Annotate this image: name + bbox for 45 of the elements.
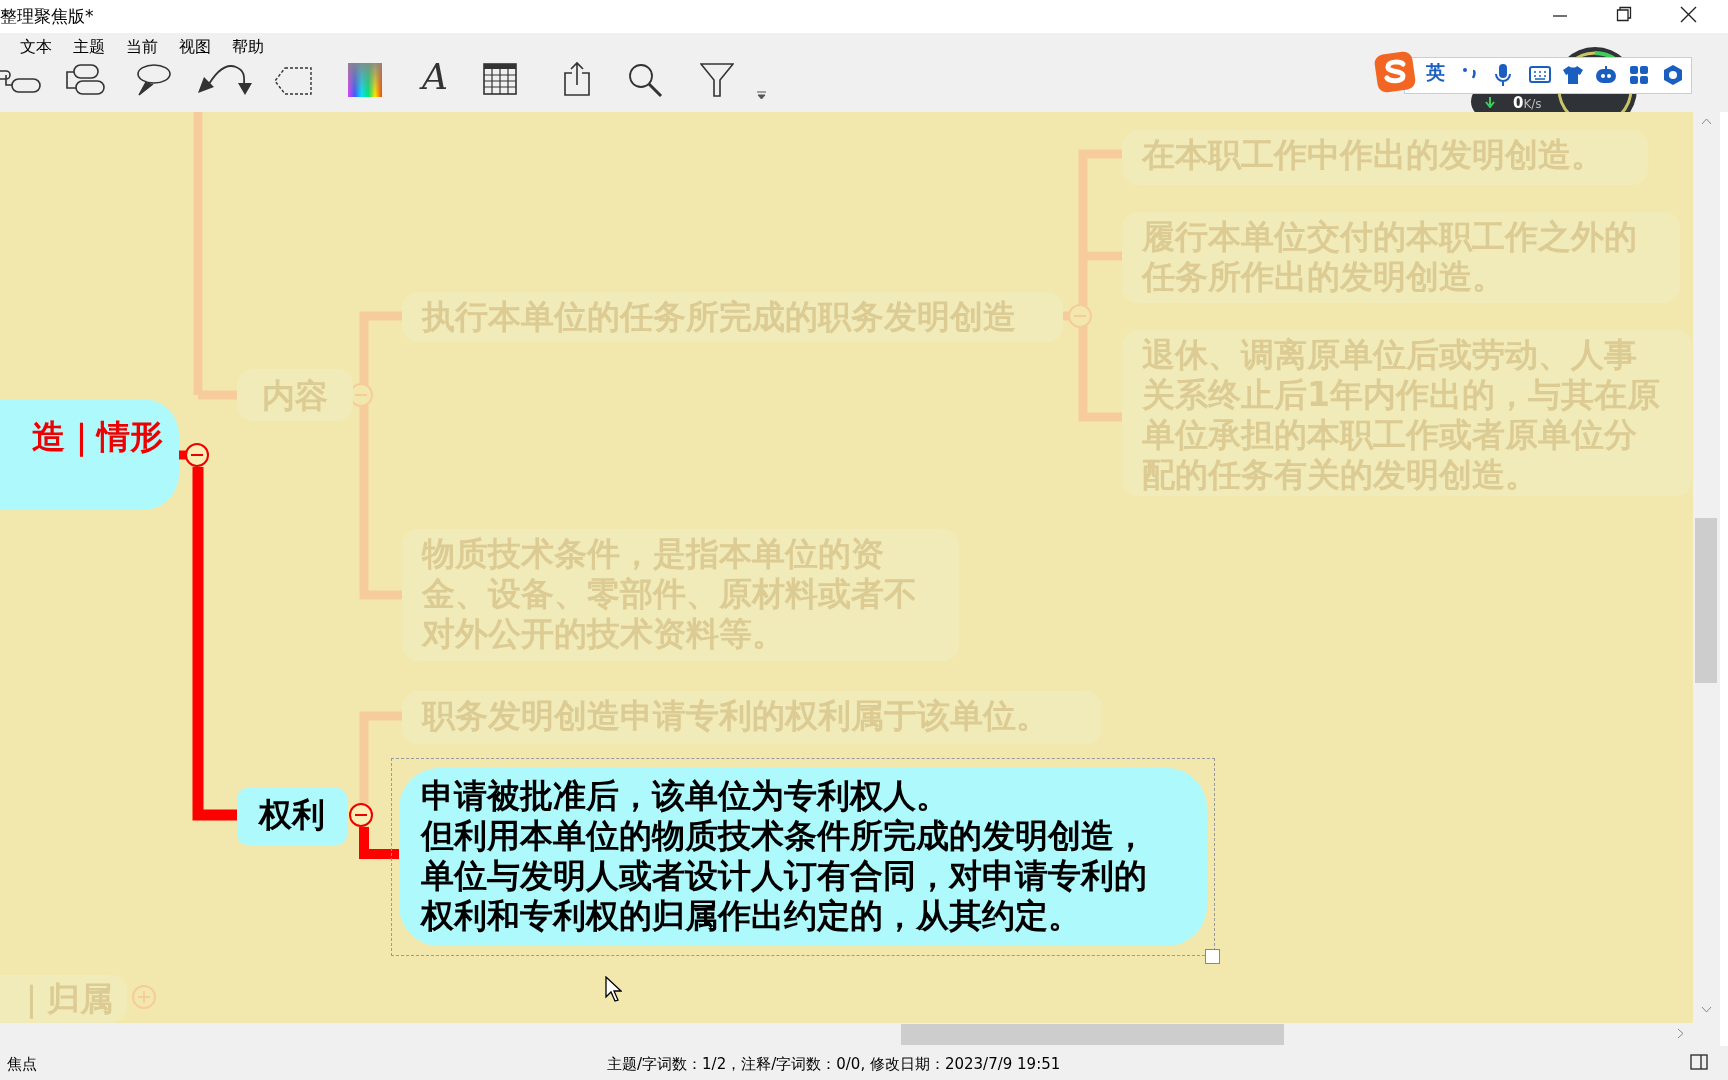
resize-handle[interactable]	[1205, 949, 1220, 964]
branch-line	[359, 827, 399, 859]
collapse-toggle-icon[interactable]	[185, 443, 209, 467]
overflow-caret-icon[interactable]	[757, 91, 766, 99]
ime-language-toggle[interactable]: 英	[1426, 63, 1445, 82]
collapse-toggle-icon[interactable]	[349, 803, 373, 827]
subtopic-shapes-icon[interactable]	[64, 63, 106, 97]
restore-icon[interactable]	[1616, 6, 1632, 22]
status-info: 主题/字词数：1/2，注释/字词数：0/0, 修改日期：2023/7/9 19:51	[607, 1054, 1061, 1075]
color-palette-icon[interactable]	[348, 63, 382, 97]
ime-logo-icon[interactable]	[1374, 51, 1416, 93]
settings-icon[interactable]	[1662, 64, 1684, 86]
keyboard-icon[interactable]	[1529, 66, 1551, 83]
subtopic-node[interactable]: 申请被批准后，该单位为专利权人。 但利用本单位的物质技术条件所完成的发明创造， 单位与发明人或者设计人订有合同，对申请专利的 权利和专利权的归属作出约定的，从其约定。	[399, 768, 1207, 946]
microphone-icon[interactable]	[1495, 63, 1511, 87]
speed-value: 0	[1513, 96, 1524, 111]
topic-node[interactable]: 权利	[237, 788, 347, 845]
menu-item[interactable]: 文本	[20, 35, 52, 59]
menu-item[interactable]: 当前	[126, 35, 158, 59]
search-icon[interactable]	[627, 62, 663, 98]
scrollbar-thumb[interactable]	[1695, 518, 1717, 683]
boundary-icon[interactable]	[273, 66, 313, 96]
speed-unit: K/s	[1523, 98, 1542, 110]
menu-item[interactable]: 帮助	[232, 35, 264, 59]
menu-item[interactable]: 视图	[179, 35, 211, 59]
mouse-cursor-icon	[605, 976, 622, 1002]
scrollbar-thumb[interactable]	[901, 1024, 1284, 1045]
expand-toggle-icon[interactable]	[132, 985, 156, 1009]
status-text: 焦点	[7, 1054, 37, 1075]
branch-line	[179, 450, 186, 460]
calendar-grid-icon[interactable]	[483, 61, 517, 95]
scroll-up-icon[interactable]	[1701, 118, 1712, 125]
shirt-icon[interactable]	[1562, 65, 1584, 85]
speech-bubble-icon[interactable]	[134, 63, 172, 97]
apps-grid-icon[interactable]	[1630, 66, 1648, 84]
scroll-down-icon[interactable]	[1701, 1006, 1712, 1013]
window-title: 整理聚焦版*	[0, 5, 94, 28]
close-icon[interactable]	[1680, 6, 1697, 23]
panel-toggle-icon[interactable]	[1690, 1054, 1708, 1070]
central-topic[interactable]: 造｜情形	[0, 399, 179, 510]
filter-icon[interactable]	[700, 63, 734, 97]
menu-item[interactable]: 主题	[73, 35, 105, 59]
download-arrow-icon	[1485, 97, 1495, 108]
scroll-right-icon[interactable]	[1677, 1028, 1684, 1039]
share-icon[interactable]	[563, 61, 591, 97]
